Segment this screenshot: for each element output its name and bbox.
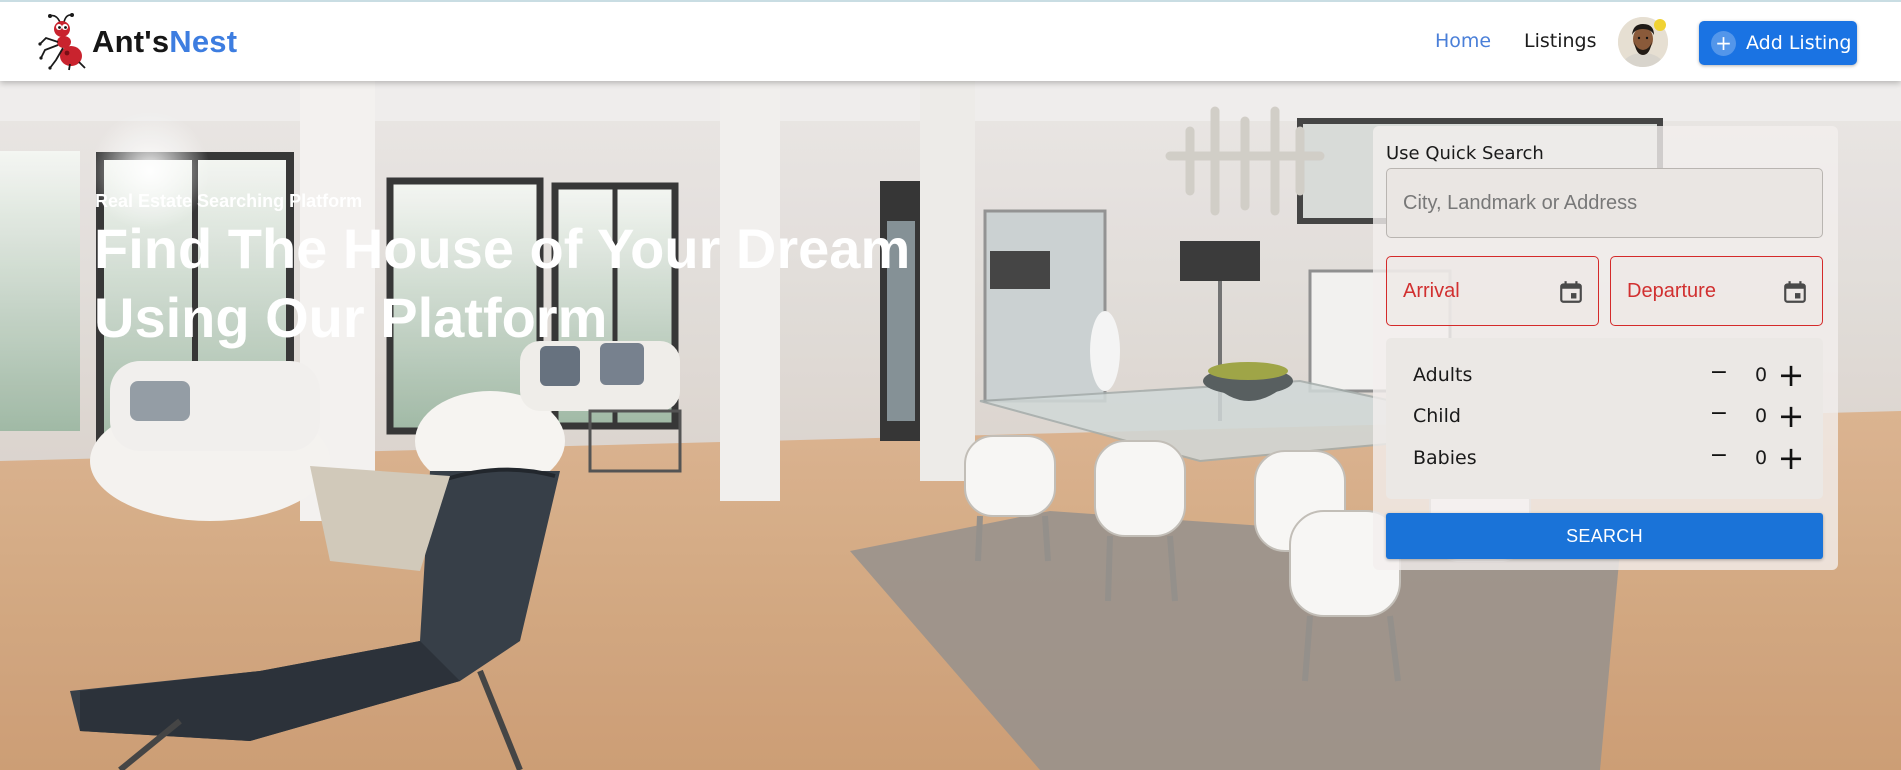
babies-count: 0 <box>1754 447 1768 469</box>
guest-row-child: Child − 0 + <box>1386 397 1823 435</box>
guest-label: Babies <box>1413 447 1477 469</box>
add-listing-button[interactable]: + Add Listing <box>1699 21 1857 65</box>
decrement-babies-button[interactable]: − <box>1709 443 1729 468</box>
avatar-status-dot <box>1654 19 1666 31</box>
decrement-child-button[interactable]: − <box>1709 401 1729 426</box>
increment-babies-button[interactable]: + <box>1777 439 1805 477</box>
brand-logo[interactable]: Ant'sNest <box>36 12 237 72</box>
hero-eyebrow: Real Estate Searching Platform <box>95 191 363 211</box>
nav-home-link[interactable]: Home <box>1435 30 1491 52</box>
quick-search-title: Use Quick Search <box>1386 143 1544 164</box>
location-search-input[interactable] <box>1386 168 1823 238</box>
brand-name-part2: Nest <box>169 24 238 59</box>
adults-count: 0 <box>1754 364 1768 386</box>
brand-name: Ant'sNest <box>92 24 237 60</box>
calendar-icon[interactable] <box>1558 279 1584 305</box>
add-listing-label: Add Listing <box>1746 32 1852 54</box>
search-button[interactable]: SEARCH <box>1386 513 1823 559</box>
quick-search-panel: Use Quick Search Arrival Departure Adult… <box>1373 126 1838 570</box>
departure-date-field[interactable]: Departure <box>1610 256 1823 326</box>
brand-name-part1: Ant's <box>92 24 170 59</box>
departure-label: Departure <box>1627 280 1716 302</box>
increment-adults-button[interactable]: + <box>1777 356 1805 394</box>
increment-child-button[interactable]: + <box>1777 397 1805 435</box>
calendar-icon[interactable] <box>1782 279 1808 305</box>
guest-label: Adults <box>1413 364 1473 386</box>
ant-mascot-icon <box>38 13 86 71</box>
nav-listings-link[interactable]: Listings <box>1524 30 1597 52</box>
arrival-date-field[interactable]: Arrival <box>1386 256 1599 326</box>
arrival-label: Arrival <box>1403 280 1460 302</box>
guest-row-babies: Babies − 0 + <box>1386 439 1823 477</box>
plus-circle-icon: + <box>1711 30 1736 56</box>
hero-headline: Find The House of Your Dream Using Our P… <box>94 217 911 349</box>
decrement-adults-button[interactable]: − <box>1709 360 1729 385</box>
child-count: 0 <box>1754 405 1768 427</box>
guest-counter-box: Adults − 0 + Child − 0 + Babies − 0 + <box>1386 338 1823 499</box>
top-navbar: Ant'sNest Home Listings + Add Listing <box>0 0 1901 81</box>
guest-label: Child <box>1413 405 1461 427</box>
guest-row-adults: Adults − 0 + <box>1386 356 1823 394</box>
